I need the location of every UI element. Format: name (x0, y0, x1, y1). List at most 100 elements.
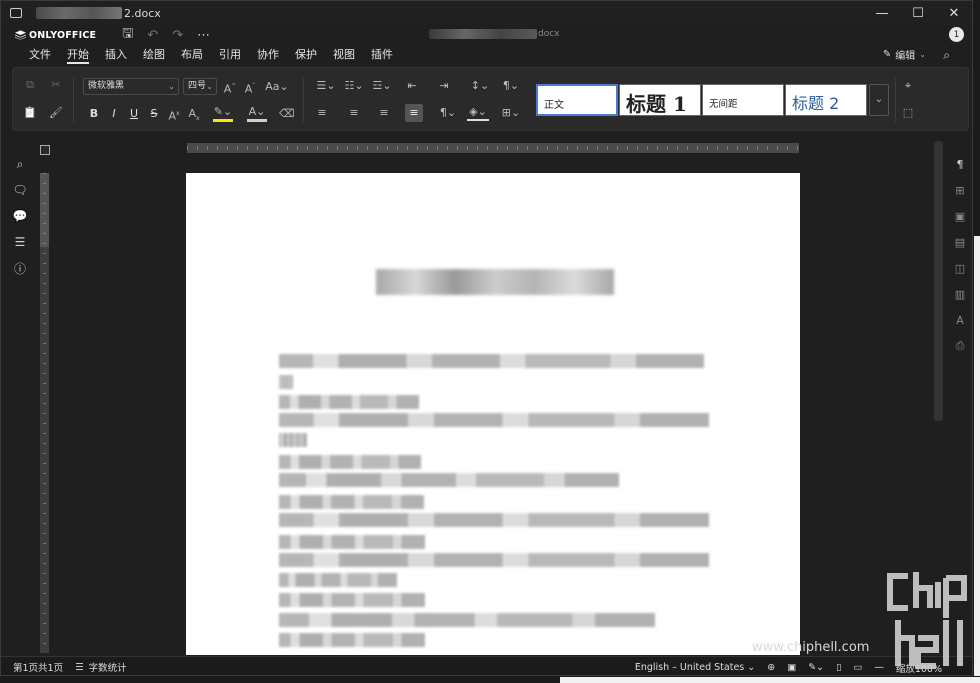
fit-page-icon[interactable]: ▯ (836, 662, 841, 673)
home-toolbar: ⧉ ✂ 📋 🖌 微软雅黑 ⌄ 四号 ⌄ A^ Aˇ Aa⌄ B I U S Ax… (12, 67, 969, 131)
globe-icon[interactable]: ⊕ (767, 662, 775, 673)
tab-collaboration[interactable]: 协作 (257, 45, 279, 65)
bold-icon[interactable]: B (87, 107, 101, 121)
spellcheck-icon[interactable]: ▣ (787, 662, 796, 673)
change-case-icon[interactable]: Aa⌄ (265, 80, 289, 94)
copy-style-icon[interactable]: ⌖ (901, 79, 915, 93)
tab-references[interactable]: 引用 (219, 45, 241, 65)
tab-protection[interactable]: 保护 (295, 45, 317, 65)
italic-icon[interactable]: I (107, 107, 121, 121)
strikethrough-icon[interactable]: S (147, 107, 161, 121)
shading-icon[interactable]: ◈⌄ (467, 105, 489, 121)
tab-home[interactable]: 开始 (67, 45, 89, 65)
text-art-icon[interactable]: A (949, 307, 971, 333)
align-right-icon[interactable]: ≡ (377, 106, 391, 120)
select-icon[interactable]: ⬚ (901, 106, 915, 120)
shape-settings-icon[interactable]: ◫ (949, 255, 971, 281)
search-icon[interactable]: ⌕ (943, 48, 950, 63)
blurred-line (279, 473, 619, 487)
clear-format-icon[interactable]: ⌫ (279, 107, 295, 121)
chat-icon[interactable]: 💬 (9, 203, 31, 229)
background-window-bottom (560, 677, 980, 683)
style-normal[interactable]: 正文 (536, 84, 618, 116)
page-info[interactable]: 第1页共1页 (13, 660, 63, 674)
styles-gallery-expand-button[interactable]: ⌄ (869, 84, 889, 116)
blurred-line (279, 413, 709, 427)
tab-layout[interactable]: 布局 (181, 45, 203, 65)
tab-draw[interactable]: 绘图 (143, 45, 165, 65)
redo-icon[interactable]: ↷ (172, 28, 183, 43)
status-bar: 第1页共1页 ☰ 字数统计 English – United States ⌄ … (1, 656, 972, 675)
cut-icon[interactable]: ✂ (49, 78, 63, 92)
chevron-down-icon: ⌄ (206, 82, 213, 91)
edit-mode-button[interactable]: ✎ 编辑 ⌄ (883, 47, 926, 62)
paste-icon[interactable]: 📋 (23, 106, 37, 120)
signature-icon[interactable]: ⎙ (949, 333, 971, 359)
ruler-tab-selector[interactable] (40, 145, 50, 155)
multilevel-list-icon[interactable]: ☲⌄ (371, 79, 393, 93)
user-count-badge[interactable]: 1 (949, 27, 964, 42)
subscript-icon[interactable]: Ax (187, 107, 201, 126)
word-count-button[interactable]: ☰ 字数统计 (75, 660, 127, 675)
minimize-button[interactable]: — (864, 1, 900, 25)
justify-icon[interactable]: ≡ (405, 104, 423, 122)
more-icon[interactable]: ⋯ (197, 28, 210, 43)
decrease-font-icon[interactable]: Aˇ (243, 80, 257, 97)
zoom-out-icon[interactable]: — (874, 662, 884, 673)
table-settings-icon[interactable]: ⊞ (949, 177, 971, 203)
line-spacing-icon[interactable]: ↕⌄ (469, 79, 491, 93)
style-heading1[interactable]: 标题 1 (619, 84, 701, 116)
document-page[interactable] (186, 173, 800, 655)
blurred-line (279, 395, 419, 409)
highlight-color-icon[interactable]: ✎⌄ (213, 105, 233, 122)
vertical-scrollbar[interactable] (934, 141, 943, 421)
paragraph-settings-icon[interactable]: ¶⌄ (499, 79, 523, 93)
tab-file[interactable]: 文件 (29, 45, 51, 65)
bullets-icon[interactable]: ☰⌄ (315, 79, 337, 93)
increase-font-icon[interactable]: A^ (223, 80, 237, 97)
onlyoffice-logo-icon (15, 30, 26, 40)
maximize-button[interactable]: ☐ (900, 1, 936, 25)
horizontal-ruler[interactable] (187, 143, 799, 153)
chart-settings-icon[interactable]: ▥ (949, 281, 971, 307)
paragraph-settings-icon[interactable]: ¶ (949, 151, 971, 177)
font-size-value: 四号 (188, 81, 207, 91)
increase-indent-icon[interactable]: ⇥ (437, 79, 451, 93)
navigation-icon[interactable]: ☰ (9, 229, 31, 255)
language-select[interactable]: English – United States ⌄ (635, 662, 755, 673)
vertical-ruler[interactable] (40, 173, 49, 653)
tab-plugins[interactable]: 插件 (371, 45, 393, 65)
align-center-icon[interactable]: ≡ (347, 106, 361, 120)
comments-icon[interactable]: 🗨 (9, 177, 31, 203)
header-footer-icon[interactable]: ▤ (949, 229, 971, 255)
superscript-icon[interactable]: Ax (167, 107, 181, 124)
search-icon[interactable]: ⌕ (9, 151, 31, 177)
format-painter-icon[interactable]: 🖌 (49, 106, 63, 120)
align-left-icon[interactable]: ≡ (315, 106, 329, 120)
image-settings-icon[interactable]: ▣ (949, 203, 971, 229)
save-icon[interactable]: 🖫 (122, 24, 133, 46)
app-window: 2.docx — ☐ ✕ ONLYOFFICE 🖫 ↶ ↷ ⋯ docx 1 文… (0, 0, 973, 676)
font-color-icon[interactable]: A⌄ (247, 105, 267, 122)
nonprinting-chars-icon[interactable]: ¶⌄ (437, 106, 459, 120)
copy-icon[interactable]: ⧉ (23, 78, 37, 92)
style-no-spacing-label: 无间距 (709, 99, 738, 110)
word-count-icon: ☰ (75, 661, 84, 673)
title-bar: 2.docx — ☐ ✕ (1, 1, 972, 25)
underline-icon[interactable]: U (127, 107, 141, 121)
style-no-spacing[interactable]: 无间距 (702, 84, 784, 116)
tab-view[interactable]: 视图 (333, 45, 355, 65)
style-heading2[interactable]: 标题 2 (785, 84, 867, 116)
decrease-indent-icon[interactable]: ⇤ (405, 79, 419, 93)
document-title: docx (429, 29, 560, 39)
undo-icon[interactable]: ↶ (147, 28, 158, 43)
font-size-select[interactable]: 四号 ⌄ (183, 78, 217, 95)
font-name-select[interactable]: 微软雅黑 ⌄ (83, 78, 179, 95)
tab-insert[interactable]: 插入 (105, 45, 127, 65)
close-button[interactable]: ✕ (936, 1, 972, 25)
borders-icon[interactable]: ⊞⌄ (499, 106, 523, 120)
fit-width-icon[interactable]: ▭ (853, 662, 862, 673)
numbering-icon[interactable]: ☷⌄ (343, 79, 365, 93)
info-icon[interactable]: ⓘ (9, 255, 31, 281)
track-changes-icon[interactable]: ✎⌄ (808, 662, 824, 673)
